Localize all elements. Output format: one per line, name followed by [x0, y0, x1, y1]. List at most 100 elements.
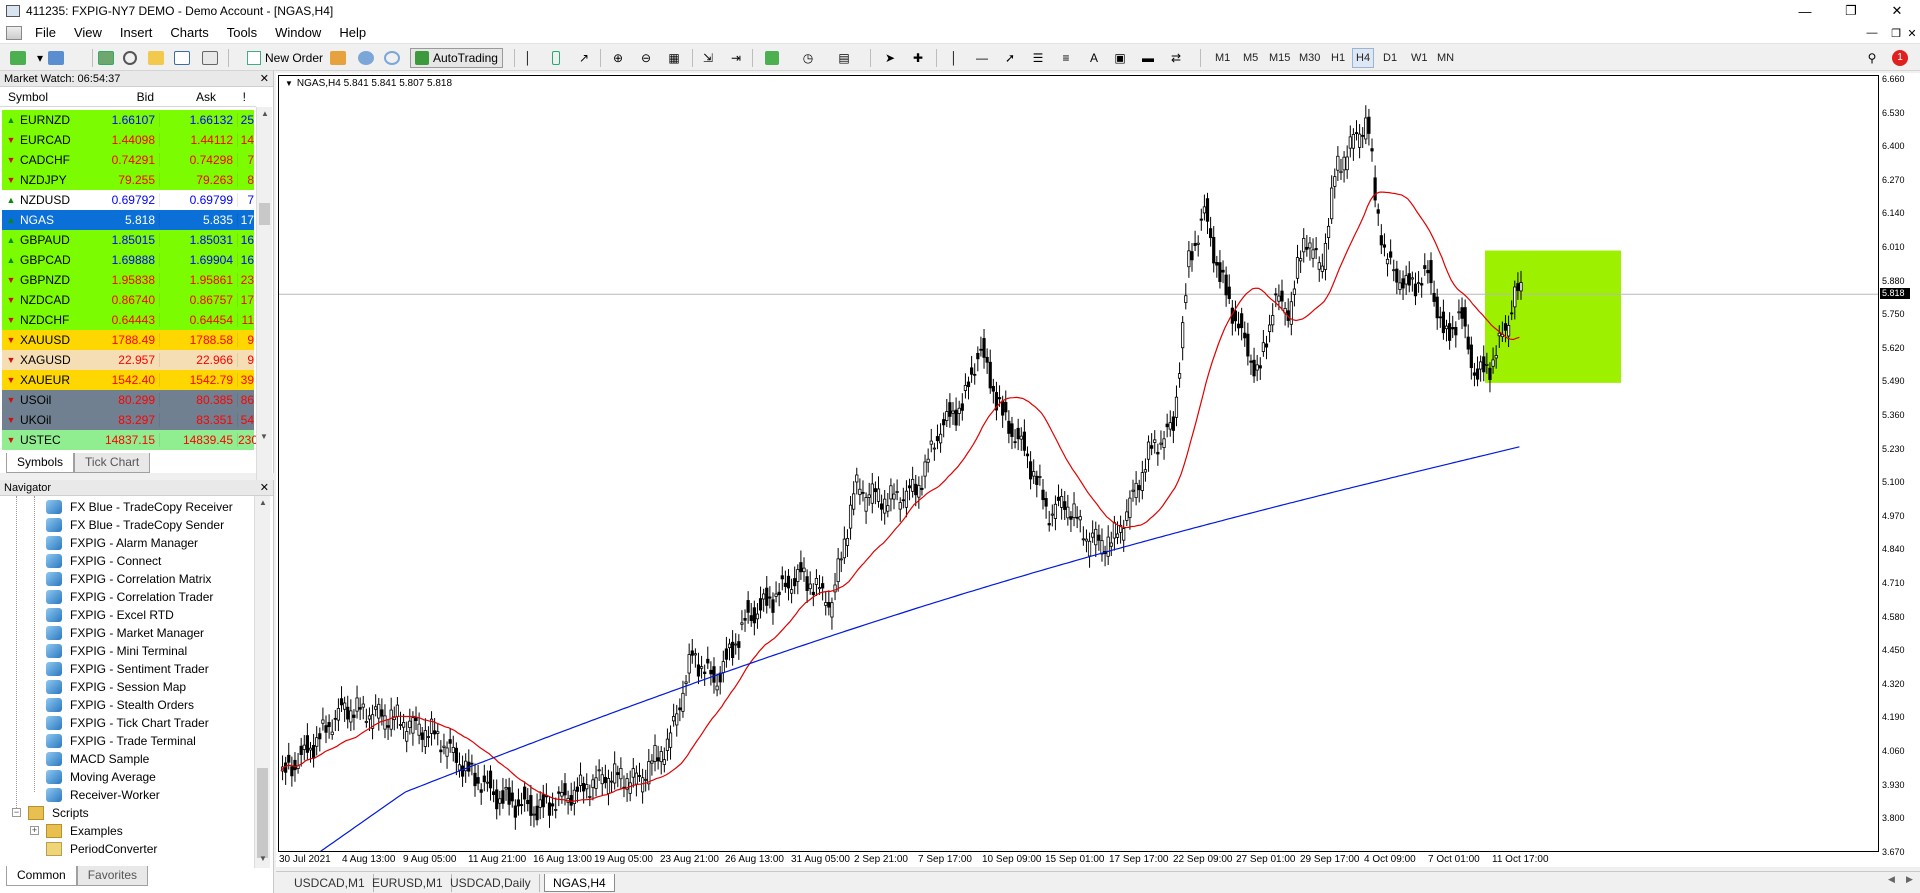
column-spread[interactable]: ! — [220, 87, 246, 106]
new-chart-icon[interactable] — [8, 48, 28, 68]
close-button[interactable]: ✕ — [1874, 0, 1920, 22]
market-watch-row[interactable]: ▼ UKOil 83.297 83.351 54 — [2, 410, 254, 430]
navigator-scrollbar[interactable]: ▲ ▼ — [254, 496, 270, 868]
tabs-scroll-right-icon[interactable]: ▶ — [1906, 874, 1913, 885]
navigator-item[interactable]: FXPIG - Stealth Orders — [46, 696, 194, 714]
text-icon[interactable]: A — [1084, 48, 1104, 68]
navigator-item[interactable]: Moving Average — [46, 768, 156, 786]
navigator-item[interactable]: FXPIG - Excel RTD — [46, 606, 174, 624]
nav-scroll-down-arrow-icon[interactable]: ▼ — [255, 852, 271, 866]
navigator-icon[interactable] — [146, 48, 166, 68]
navigator-item[interactable]: FXPIG - Alarm Manager — [46, 534, 198, 552]
horizontal-line-icon[interactable]: — — [972, 48, 992, 68]
timeframe-w1[interactable]: W1 — [1408, 48, 1431, 68]
menu-help[interactable]: Help — [330, 22, 375, 44]
market-watch-row[interactable]: ▲ NZDUSD 0.69792 0.69799 7 — [2, 190, 254, 210]
market-watch-row[interactable]: ▼ USOil 80.299 80.385 86 — [2, 390, 254, 410]
column-ask[interactable]: Ask — [158, 87, 220, 106]
market-watch-close-icon[interactable]: ✕ — [260, 71, 269, 87]
tab-tick-chart[interactable]: Tick Chart — [74, 453, 151, 473]
tab-common[interactable]: Common — [6, 866, 77, 886]
nav-scroll-thumb[interactable] — [257, 768, 268, 858]
navigator-item[interactable]: Receiver-Worker — [46, 786, 160, 804]
navigator-item[interactable]: Examples — [46, 822, 123, 840]
navigator-item[interactable]: FXPIG - Trade Terminal — [46, 732, 196, 750]
menu-insert[interactable]: Insert — [111, 22, 162, 44]
market-watch-row[interactable]: ▼ USTEC 14837.15 14839.45 230 — [2, 430, 258, 450]
navigator-item[interactable]: FXPIG - Connect — [46, 552, 161, 570]
timeframe-m30[interactable]: M30 — [1296, 48, 1323, 68]
navigator-item[interactable]: FXPIG - Sentiment Trader — [46, 660, 209, 678]
market-watch-row[interactable]: ▼ GBPNZD 1.95838 1.95861 23 — [2, 270, 254, 290]
navigator-item[interactable]: Scripts — [28, 804, 89, 822]
navigator-item[interactable]: FX Blue - TradeCopy Sender — [46, 516, 224, 534]
metaeditor-icon[interactable] — [328, 48, 348, 68]
column-bid[interactable]: Bid — [82, 87, 158, 106]
data-window-icon[interactable] — [120, 48, 140, 68]
market-watch-icon[interactable] — [96, 48, 116, 68]
tab-symbols[interactable]: Symbols — [6, 453, 75, 473]
line-chart-icon[interactable]: ↗ — [574, 48, 594, 68]
child-minimize-button[interactable]: — — [1860, 22, 1884, 44]
navigator-item[interactable]: PeriodConverter — [46, 840, 157, 858]
autoscroll-icon[interactable]: ⇲ — [698, 48, 718, 68]
market-watch-row[interactable]: ▲ NGAS 5.818 5.835 17 — [2, 210, 254, 230]
chart-window[interactable]: ▼ NGAS,H4 5.841 5.841 5.807 5.818 6.660 6… — [276, 73, 1920, 867]
crosshair-icon[interactable]: ✚ — [908, 48, 928, 68]
chart-shift-icon[interactable]: ⇥ — [726, 48, 746, 68]
menu-tools[interactable]: Tools — [218, 22, 266, 44]
navigator-item[interactable]: FXPIG - Market Manager — [46, 624, 204, 642]
channel-icon[interactable]: ☰ — [1028, 48, 1048, 68]
search-icon[interactable]: ⚲ — [1862, 48, 1882, 68]
periods-icon[interactable]: ◷ — [798, 48, 818, 68]
child-close-button[interactable]: ✕ — [1900, 22, 1920, 44]
expand-icon[interactable]: + — [30, 826, 39, 835]
tab-favorites[interactable]: Favorites — [76, 866, 149, 886]
timeframe-m5[interactable]: M5 — [1240, 48, 1261, 68]
new-order-button[interactable]: New Order — [242, 48, 328, 68]
market-watch-row[interactable]: ▲ GBPAUD 1.85015 1.85031 16 — [2, 230, 254, 250]
chart-tab-ngas-h4[interactable]: NGAS,H4 — [544, 874, 615, 892]
candlestick-icon[interactable] — [546, 48, 566, 68]
market-watch-row[interactable]: ▼ CADCHF 0.74291 0.74298 7 — [2, 150, 254, 170]
terminal-icon[interactable] — [172, 48, 192, 68]
scroll-up-arrow-icon[interactable]: ▲ — [257, 107, 273, 121]
market-watch-row[interactable]: ▼ XAGUSD 22.957 22.966 9 — [2, 350, 254, 370]
chart-tab-eurusd-m1[interactable]: EURUSD,M1 — [364, 874, 452, 892]
bar-chart-icon[interactable]: │ — [518, 48, 538, 68]
templates-icon[interactable]: ▤ — [834, 48, 854, 68]
scroll-down-arrow-icon[interactable]: ▼ — [256, 430, 272, 444]
indicators-icon[interactable] — [762, 48, 782, 68]
timeframe-h4[interactable]: H4 — [1352, 48, 1375, 68]
arrows-icon[interactable]: ⇄ — [1166, 48, 1186, 68]
market-watch-row[interactable]: ▲ EURNZD 1.66107 1.66132 25 — [2, 110, 254, 130]
trendline-icon[interactable]: ➚ — [1000, 48, 1020, 68]
navigator-item[interactable]: FXPIG - Correlation Matrix — [46, 570, 211, 588]
zoom-out-icon[interactable]: ⊖ — [636, 48, 656, 68]
market-watch-row[interactable]: ▼ XAUEUR 1542.40 1542.79 39 — [2, 370, 254, 390]
navigator-close-icon[interactable]: ✕ — [260, 480, 269, 496]
zoom-in-icon[interactable]: ⊕ — [608, 48, 628, 68]
notifications-icon[interactable]: 1 — [1888, 48, 1912, 68]
chart-plot-area[interactable]: ▼ NGAS,H4 5.841 5.841 5.807 5.818 — [278, 75, 1879, 852]
timeframe-h1[interactable]: H1 — [1328, 48, 1348, 68]
timeframe-mn[interactable]: MN — [1434, 48, 1457, 68]
market-watch-row[interactable]: ▼ XAUUSD 1788.49 1788.58 9 — [2, 330, 254, 350]
autotrading-button[interactable]: AutoTrading — [410, 48, 503, 68]
scroll-thumb[interactable] — [259, 203, 270, 225]
cursor-icon[interactable]: ➤ — [880, 48, 900, 68]
collapse-icon[interactable]: − — [12, 808, 21, 817]
vertical-line-icon[interactable]: │ — [944, 48, 964, 68]
signals-icon[interactable] — [356, 48, 376, 68]
navigator-item[interactable]: FXPIG - Session Map — [46, 678, 186, 696]
market-watch-row[interactable]: ▼ NZDCHF 0.64443 0.64454 11 — [2, 310, 254, 330]
market-watch-row[interactable]: ▲ GBPCAD 1.69888 1.69904 16 — [2, 250, 254, 270]
chart-tab-usdcad-m1[interactable]: USDCAD,M1 — [286, 874, 374, 892]
timeframe-d1[interactable]: D1 — [1380, 48, 1400, 68]
minimize-button[interactable]: — — [1782, 0, 1828, 22]
timeframe-m1[interactable]: M1 — [1212, 48, 1233, 68]
market-watch-row[interactable]: ▼ NZDCAD 0.86740 0.86757 17 — [2, 290, 254, 310]
rectangle-icon[interactable]: ▬ — [1138, 48, 1158, 68]
chart-tab-usdcad-daily[interactable]: USDCAD,Daily — [442, 874, 540, 892]
tabs-scroll-left-icon[interactable]: ◀ — [1888, 874, 1895, 885]
